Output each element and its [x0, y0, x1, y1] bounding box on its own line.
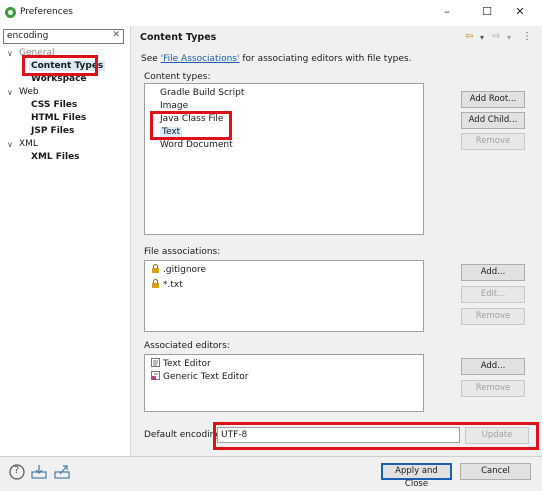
tree-item-label: Content Types — [29, 61, 106, 71]
window-title: Preferences — [20, 7, 73, 17]
content-type-item-text[interactable]: Text — [160, 126, 183, 138]
description-suffix: for associating editors with file types. — [239, 54, 412, 64]
edit-file-association-button[interactable]: Edit... — [461, 286, 525, 303]
file-association-label: *.txt — [163, 280, 183, 290]
tree-item-workspace[interactable]: Workspace — [31, 73, 87, 86]
dialog-footer: ? Apply and Close Cancel — [0, 457, 542, 491]
filter-input[interactable]: encoding ✕ — [3, 29, 124, 44]
add-root-button[interactable]: Add Root... — [461, 91, 525, 108]
expand-chevron-icon[interactable]: › — [149, 126, 153, 138]
tree-item-css-files[interactable]: CSS Files — [31, 99, 77, 112]
page-description: See 'File Associations' for associating … — [141, 54, 411, 64]
cancel-button[interactable]: Cancel — [460, 463, 531, 480]
expanded-chevron-icon[interactable]: ∨ — [7, 49, 17, 58]
remove-content-type-button[interactable]: Remove — [461, 133, 525, 150]
tree-item-xml[interactable]: XML — [19, 138, 38, 151]
file-association-item[interactable]: *.txt — [151, 279, 183, 291]
file-associations-link[interactable]: 'File Associations' — [161, 54, 240, 64]
tree-item-html-files[interactable]: HTML Files — [31, 112, 86, 125]
help-icon[interactable]: ? — [9, 464, 25, 480]
tree-item-content-types[interactable]: Content Types — [29, 60, 106, 73]
forward-menu-chevron-icon[interactable]: ▾ — [507, 33, 511, 42]
clear-filter-icon[interactable]: ✕ — [112, 30, 120, 40]
preferences-navigation: encoding ✕ ∨ General Content Types Works… — [0, 26, 130, 456]
import-icon[interactable] — [31, 464, 47, 480]
maximize-button[interactable]: ☐ — [480, 5, 494, 19]
content-types-tree[interactable]: Gradle Build Script Image Java Class Fil… — [144, 83, 424, 235]
view-menu-icon[interactable]: ⋮ — [522, 31, 532, 42]
file-association-label: .gitignore — [163, 265, 207, 275]
default-encoding-label: Default encoding: — [144, 430, 225, 440]
generic-editor-icon — [151, 371, 160, 380]
associated-editor-item[interactable]: Text Editor — [151, 358, 211, 370]
default-encoding-input[interactable]: UTF-8 — [217, 427, 460, 443]
associated-editor-item[interactable]: Generic Text Editor — [151, 371, 248, 383]
selected-item-label: Text — [160, 127, 183, 137]
remove-editor-button[interactable]: Remove — [461, 380, 525, 397]
close-button[interactable]: ✕ — [513, 5, 527, 19]
file-associations-list[interactable]: .gitignore *.txt — [144, 260, 424, 332]
content-types-page: Content Types ⇦ ▾ ⇨ ▾ ⋮ See 'File Associ… — [131, 26, 542, 456]
content-type-item[interactable]: Image — [160, 100, 188, 112]
content-type-item[interactable]: Java Class File — [160, 113, 223, 125]
add-file-association-button[interactable]: Add... — [461, 264, 525, 281]
tree-item-general[interactable]: General — [19, 47, 54, 60]
lock-icon — [151, 279, 160, 288]
forward-arrow-icon[interactable]: ⇨ — [492, 31, 500, 42]
expanded-chevron-icon[interactable]: ∨ — [7, 88, 17, 97]
associated-editor-label: Generic Text Editor — [163, 372, 249, 382]
file-association-item[interactable]: .gitignore — [151, 264, 206, 276]
filter-text: encoding — [7, 31, 49, 41]
description-prefix: See — [141, 54, 161, 64]
lock-icon — [151, 264, 160, 273]
help-glyph: ? — [14, 465, 20, 476]
default-encoding-value: UTF-8 — [221, 430, 248, 440]
add-editor-button[interactable]: Add... — [461, 358, 525, 375]
eclipse-app-icon — [5, 7, 16, 18]
tree-item-jsp-files[interactable]: JSP Files — [31, 125, 74, 138]
export-icon[interactable] — [54, 464, 70, 480]
tree-item-web[interactable]: Web — [19, 86, 39, 99]
text-editor-icon — [151, 358, 160, 367]
file-associations-label: File associations: — [144, 247, 221, 257]
title-bar: Preferences – ☐ ✕ — [0, 0, 542, 26]
remove-file-association-button[interactable]: Remove — [461, 308, 525, 325]
associated-editor-label: Text Editor — [163, 359, 211, 369]
content-types-label: Content types: — [144, 72, 211, 82]
tree-item-xml-files[interactable]: XML Files — [31, 151, 80, 164]
associated-editors-label: Associated editors: — [144, 341, 230, 351]
add-child-button[interactable]: Add Child... — [461, 112, 525, 129]
content-type-item[interactable]: Gradle Build Script — [160, 87, 244, 99]
expanded-chevron-icon[interactable]: ∨ — [7, 140, 17, 149]
associated-editors-list[interactable]: Text Editor Generic Text Editor — [144, 354, 424, 412]
apply-and-close-button[interactable]: Apply and Close — [381, 463, 452, 489]
content-type-item[interactable]: Word Document — [160, 139, 233, 151]
page-title: Content Types — [140, 32, 217, 43]
minimize-button[interactable]: – — [440, 5, 454, 19]
update-button[interactable]: Update — [465, 427, 529, 444]
back-arrow-icon[interactable]: ⇦ — [465, 31, 473, 42]
back-menu-chevron-icon[interactable]: ▾ — [480, 33, 484, 42]
